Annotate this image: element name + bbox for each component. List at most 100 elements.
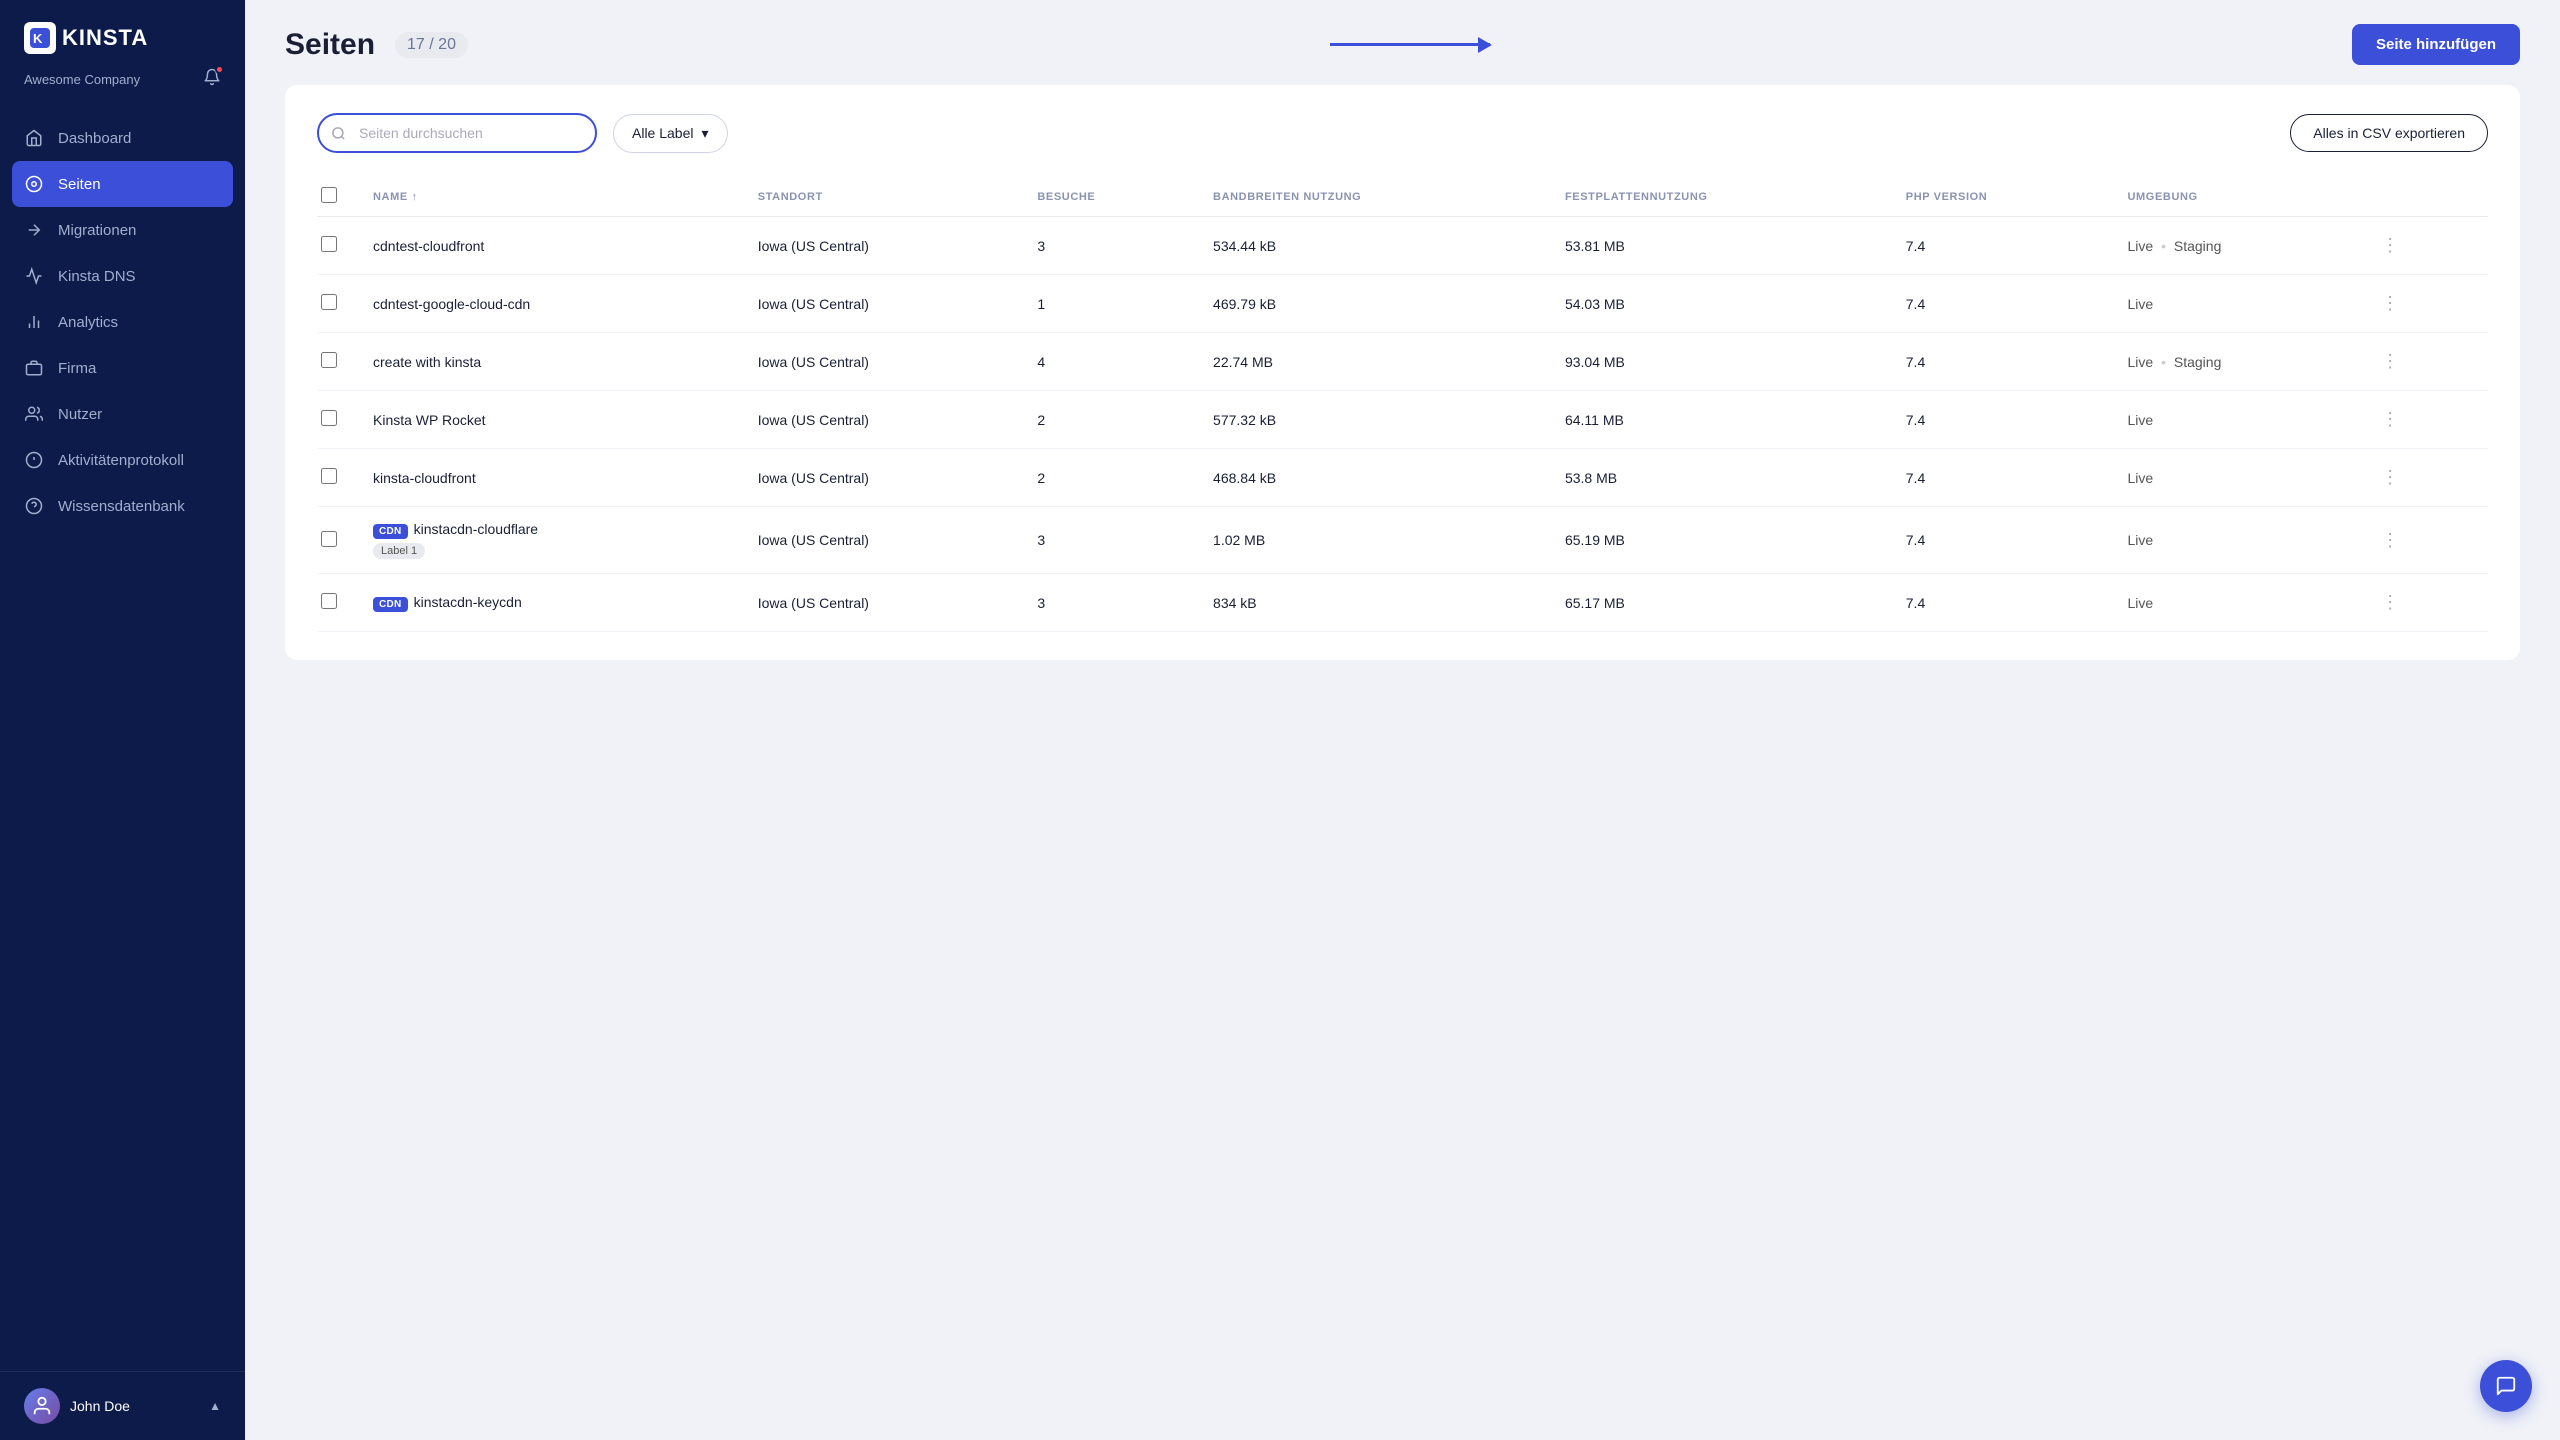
site-name[interactable]: kinstacdn-cloudflare bbox=[414, 521, 539, 537]
row-actions: ⋮ bbox=[2357, 217, 2488, 275]
row-actions: ⋮ bbox=[2357, 507, 2488, 574]
row-php: 7.4 bbox=[1890, 333, 2112, 391]
site-name[interactable]: cdntest-google-cloud-cdn bbox=[373, 296, 530, 312]
analytics-icon bbox=[24, 312, 44, 332]
more-options-button[interactable]: ⋮ bbox=[2373, 289, 2408, 318]
sidebar-item-migrationen[interactable]: Migrationen bbox=[0, 207, 245, 253]
company-name: Awesome Company bbox=[24, 72, 140, 87]
arrow-decoration bbox=[1330, 43, 1490, 46]
page-count: 17 / 20 bbox=[395, 32, 468, 58]
label-dropdown[interactable]: Alle Label ▾ bbox=[613, 114, 728, 153]
row-checkbox[interactable] bbox=[321, 236, 337, 252]
more-options-button[interactable]: ⋮ bbox=[2373, 405, 2408, 434]
more-options-button[interactable]: ⋮ bbox=[2373, 588, 2408, 617]
site-name[interactable]: create with kinsta bbox=[373, 354, 481, 370]
row-php: 7.4 bbox=[1890, 391, 2112, 449]
col-header-php: PHP VERSION bbox=[1890, 177, 2112, 217]
table-row: cdntest-google-cloud-cdnIowa (US Central… bbox=[317, 275, 2488, 333]
select-all-checkbox[interactable] bbox=[321, 187, 337, 203]
sidebar-item-seiten[interactable]: Seiten bbox=[12, 161, 233, 207]
search-input[interactable] bbox=[317, 113, 597, 153]
more-options-button[interactable]: ⋮ bbox=[2373, 231, 2408, 260]
cdn-badge: CDN bbox=[373, 524, 408, 539]
search-wrapper bbox=[317, 113, 597, 153]
row-php: 7.4 bbox=[1890, 217, 2112, 275]
row-checkbox-cell bbox=[317, 574, 357, 632]
row-bandbreiten: 534.44 kB bbox=[1197, 217, 1549, 275]
add-site-button[interactable]: Seite hinzufügen bbox=[2352, 24, 2520, 65]
site-name[interactable]: cdntest-cloudfront bbox=[373, 238, 484, 254]
sidebar-item-firma[interactable]: Firma bbox=[0, 345, 245, 391]
row-checkbox[interactable] bbox=[321, 410, 337, 426]
user-footer[interactable]: John Doe ▲ bbox=[0, 1371, 245, 1440]
row-festplatte: 53.81 MB bbox=[1549, 217, 1890, 275]
row-festplatte: 54.03 MB bbox=[1549, 275, 1890, 333]
row-checkbox[interactable] bbox=[321, 593, 337, 609]
row-checkbox[interactable] bbox=[321, 468, 337, 484]
col-header-bandbreiten: BANDBREITEN NUTZUNG bbox=[1197, 177, 1549, 217]
site-name[interactable]: kinsta-cloudfront bbox=[373, 470, 476, 486]
site-name[interactable]: Kinsta WP Rocket bbox=[373, 412, 486, 428]
row-php: 7.4 bbox=[1890, 574, 2112, 632]
export-button[interactable]: Alles in CSV exportieren bbox=[2290, 114, 2488, 152]
kinsta-logo[interactable]: K KINSTA bbox=[24, 22, 148, 54]
row-standort: Iowa (US Central) bbox=[742, 217, 1022, 275]
more-options-button[interactable]: ⋮ bbox=[2373, 347, 2408, 376]
sidebar-item-dashboard[interactable]: Dashboard bbox=[0, 115, 245, 161]
row-festplatte: 93.04 MB bbox=[1549, 333, 1890, 391]
more-options-button[interactable]: ⋮ bbox=[2373, 526, 2408, 555]
toolbar: Alle Label ▾ Alles in CSV exportieren bbox=[317, 113, 2488, 153]
page-title: Seiten bbox=[285, 28, 375, 62]
row-standort: Iowa (US Central) bbox=[742, 333, 1022, 391]
logo-text: KINSTA bbox=[62, 25, 148, 51]
pages-icon bbox=[24, 174, 44, 194]
row-festplatte: 64.11 MB bbox=[1549, 391, 1890, 449]
sidebar-item-analytics[interactable]: Analytics bbox=[0, 299, 245, 345]
table-body: cdntest-cloudfront Iowa (US Central) 3 534.… bbox=[317, 217, 2488, 632]
company-row: Awesome Company bbox=[0, 64, 245, 107]
row-actions: ⋮ bbox=[2357, 275, 2488, 333]
row-besuche: 1 bbox=[1021, 275, 1197, 333]
row-checkbox-cell bbox=[317, 333, 357, 391]
content-area: Alle Label ▾ Alles in CSV exportieren NA… bbox=[245, 85, 2560, 1440]
sidebar-item-label: Wissensdatenbank bbox=[58, 498, 185, 515]
search-icon bbox=[331, 126, 346, 141]
row-checkbox-cell bbox=[317, 275, 357, 333]
users-icon bbox=[24, 404, 44, 424]
company-icon bbox=[24, 358, 44, 378]
table-row: kinsta-cloudfrontIowa (US Central)2468.8… bbox=[317, 449, 2488, 507]
notification-bell[interactable] bbox=[203, 68, 221, 91]
avatar bbox=[24, 1388, 60, 1424]
row-umgebung: Live bbox=[2112, 449, 2358, 507]
content-card: Alle Label ▾ Alles in CSV exportieren NA… bbox=[285, 85, 2520, 660]
row-bandbreiten: 834 kB bbox=[1197, 574, 1549, 632]
sidebar-item-aktivitaetenprotokoll[interactable]: Aktivitätenprotokoll bbox=[0, 437, 245, 483]
row-festplatte: 65.19 MB bbox=[1549, 507, 1890, 574]
sidebar-item-label: Analytics bbox=[58, 314, 118, 331]
chat-button[interactable] bbox=[2480, 1360, 2532, 1412]
row-checkbox[interactable] bbox=[321, 352, 337, 368]
sidebar-item-wissensdatenbank[interactable]: Wissensdatenbank bbox=[0, 483, 245, 529]
row-actions: ⋮ bbox=[2357, 391, 2488, 449]
row-php: 7.4 bbox=[1890, 275, 2112, 333]
sidebar-item-nutzer[interactable]: Nutzer bbox=[0, 391, 245, 437]
row-actions: ⋮ bbox=[2357, 574, 2488, 632]
row-checkbox[interactable] bbox=[321, 531, 337, 547]
row-checkbox-cell bbox=[317, 217, 357, 275]
user-info: John Doe bbox=[24, 1388, 130, 1424]
label-dropdown-text: Alle Label bbox=[632, 125, 694, 141]
row-checkbox[interactable] bbox=[321, 294, 337, 310]
sidebar-item-kinsta-dns[interactable]: Kinsta DNS bbox=[0, 253, 245, 299]
notification-dot bbox=[215, 65, 224, 74]
col-header-check bbox=[317, 177, 357, 217]
svg-text:K: K bbox=[33, 31, 43, 46]
row-umgebung: Live bbox=[2112, 275, 2358, 333]
row-checkbox-cell bbox=[317, 449, 357, 507]
row-umgebung: Live bbox=[2112, 574, 2358, 632]
page-header: Seiten 17 / 20 Seite hinzufügen bbox=[245, 0, 2560, 85]
row-besuche: 3 bbox=[1021, 574, 1197, 632]
row-name: Kinsta WP Rocket bbox=[357, 391, 742, 449]
row-standort: Iowa (US Central) bbox=[742, 391, 1022, 449]
site-name[interactable]: kinstacdn-keycdn bbox=[414, 594, 522, 610]
more-options-button[interactable]: ⋮ bbox=[2373, 463, 2408, 492]
